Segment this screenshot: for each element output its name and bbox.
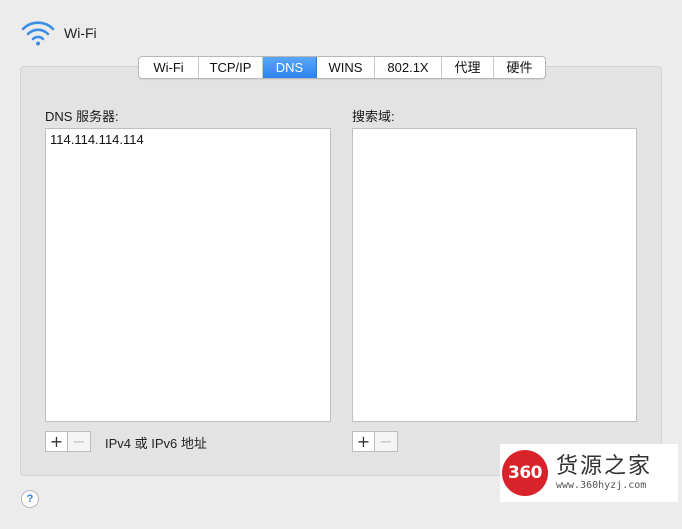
tab-wifi[interactable]: Wi-Fi (139, 57, 199, 78)
tab-bar: Wi-Fi TCP/IP DNS WINS 802.1X 代理 硬件 (138, 56, 546, 79)
watermark: 360 货源之家 www.360hyzj.com (500, 444, 678, 502)
dns-servers-label: DNS 服务器: (45, 109, 119, 124)
tab-dns[interactable]: DNS (263, 57, 317, 78)
dns-servers-list[interactable]: 114.114.114.114 (45, 128, 331, 422)
watermark-url: www.360hyzj.com (556, 480, 647, 491)
tab-tcpip[interactable]: TCP/IP (199, 57, 263, 78)
tab-wins[interactable]: WINS (317, 57, 375, 78)
watermark-logo: 360 (502, 450, 548, 496)
address-hint: IPv4 或 IPv6 地址 (105, 436, 207, 451)
search-domains-label: 搜索域: (352, 109, 395, 124)
watermark-name: 货源之家 (556, 453, 653, 478)
add-dns-button[interactable]: + (45, 431, 68, 452)
wifi-icon (20, 18, 56, 48)
remove-search-domain-button[interactable]: − (375, 431, 398, 452)
add-search-domain-button[interactable]: + (352, 431, 375, 452)
remove-dns-button[interactable]: − (68, 431, 91, 452)
list-item[interactable]: 114.114.114.114 (46, 129, 330, 148)
tab-proxy[interactable]: 代理 (442, 57, 494, 78)
search-buttons: + − (352, 431, 398, 452)
watermark-text: 货源之家 www.360hyzj.com (556, 453, 652, 493)
network-service-name: Wi-Fi (64, 25, 97, 41)
window-header: Wi-Fi (20, 18, 97, 48)
tab-hardware[interactable]: 硬件 (494, 57, 545, 78)
help-button[interactable]: ? (21, 490, 39, 508)
tab-8021x[interactable]: 802.1X (375, 57, 442, 78)
search-domains-list[interactable] (352, 128, 637, 422)
dns-buttons: + − (45, 431, 91, 452)
